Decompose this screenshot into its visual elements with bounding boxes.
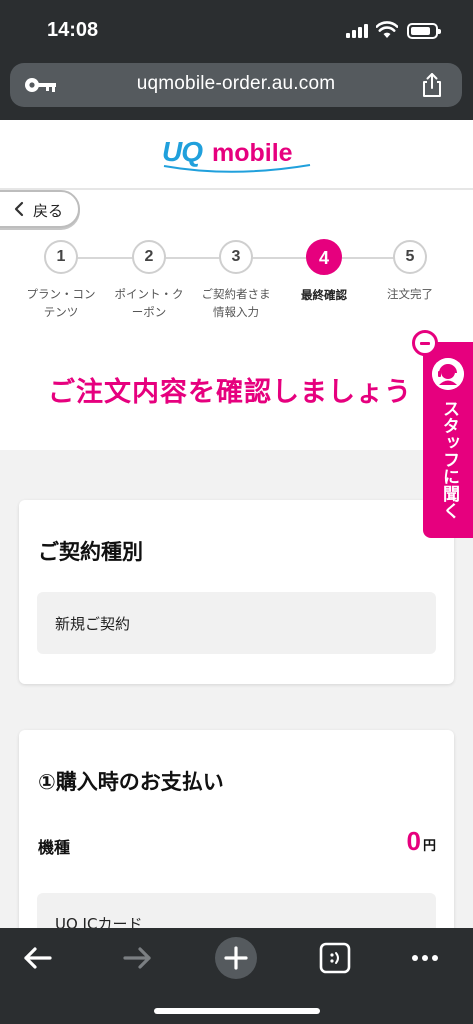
- card-heading: ①購入時のお支払い: [38, 770, 224, 794]
- browser-chrome-top: 14:08 uqmobile-order.au.com: [0, 0, 473, 120]
- wifi-icon: [376, 21, 398, 38]
- step-4: 4 最終確認: [279, 239, 369, 304]
- step-number: 4: [306, 239, 342, 275]
- device-price: 0円: [407, 826, 436, 857]
- payment-item-box: UQ ICカード: [37, 893, 436, 928]
- device-label: 機種: [38, 838, 71, 857]
- back-arrow-icon[interactable]: [16, 936, 60, 980]
- browser-toolbar: [0, 928, 473, 1024]
- step-label: 最終確認: [301, 288, 347, 302]
- price-unit: 円: [422, 838, 436, 853]
- home-indicator: [154, 1008, 320, 1014]
- step-label: ポイント・ク ーポン: [114, 287, 184, 319]
- site-header: UQ mobile: [0, 120, 473, 190]
- address-bar[interactable]: uqmobile-order.au.com: [10, 63, 462, 107]
- step-5: 5 注文完了: [365, 240, 455, 303]
- page-title: ご注文内容を確認しましょう: [48, 377, 412, 408]
- step-2: 2 ポイント・ク ーポン: [104, 240, 194, 321]
- cellular-signal-icon: [346, 24, 370, 38]
- step-1: 1 プラン・コン テンツ: [16, 240, 106, 321]
- ask-staff-tab[interactable]: スタッフに聞く: [423, 342, 473, 538]
- back-button[interactable]: 戻る: [0, 190, 80, 228]
- uq-mobile-logo[interactable]: UQ mobile: [162, 134, 312, 176]
- url-text: uqmobile-order.au.com: [136, 73, 336, 94]
- step-label: ご契約者さま 情報入力: [201, 287, 271, 319]
- step-number: 1: [44, 240, 78, 274]
- more-options-icon[interactable]: [403, 936, 447, 980]
- web-page: UQ mobile 戻る 1 プラン・コン テンツ 2 ポイント・ク ーポン 3…: [0, 120, 473, 928]
- tabs-icon[interactable]: [313, 936, 357, 980]
- staff-headset-icon: [432, 358, 464, 390]
- step-label: プラン・コン テンツ: [26, 287, 96, 319]
- share-icon[interactable]: [419, 72, 445, 98]
- status-bar: 14:08: [0, 0, 473, 56]
- step-number: 5: [393, 240, 427, 274]
- ask-staff-label: スタッフに聞く: [439, 400, 459, 519]
- step-number: 3: [219, 240, 253, 274]
- new-tab-plus-icon[interactable]: [214, 936, 258, 980]
- contract-type-value: 新規ご契約: [55, 615, 131, 633]
- key-icon: [25, 78, 56, 92]
- logo-swoosh-icon: [163, 164, 311, 173]
- battery-icon: [407, 23, 441, 39]
- contract-type-value-box: 新規ご契約: [37, 592, 436, 654]
- forward-arrow-icon[interactable]: [115, 936, 159, 980]
- step-number: 2: [132, 240, 166, 274]
- step-label: 注文完了: [387, 287, 433, 301]
- chevron-left-icon: [14, 201, 24, 217]
- payment-card: ①購入時のお支払い 機種 0円 UQ ICカード: [19, 730, 454, 928]
- payment-item: UQ ICカード: [55, 915, 143, 928]
- staff-tab-minimize-button[interactable]: [412, 330, 438, 356]
- card-heading: ご契約種別: [38, 540, 143, 564]
- contract-type-card: ご契約種別 新規ご契約: [19, 500, 454, 684]
- status-time: 14:08: [47, 19, 99, 41]
- step-3: 3 ご契約者さま 情報入力: [191, 240, 281, 321]
- back-label: 戻る: [33, 202, 64, 220]
- device-price-value: 0: [406, 826, 421, 856]
